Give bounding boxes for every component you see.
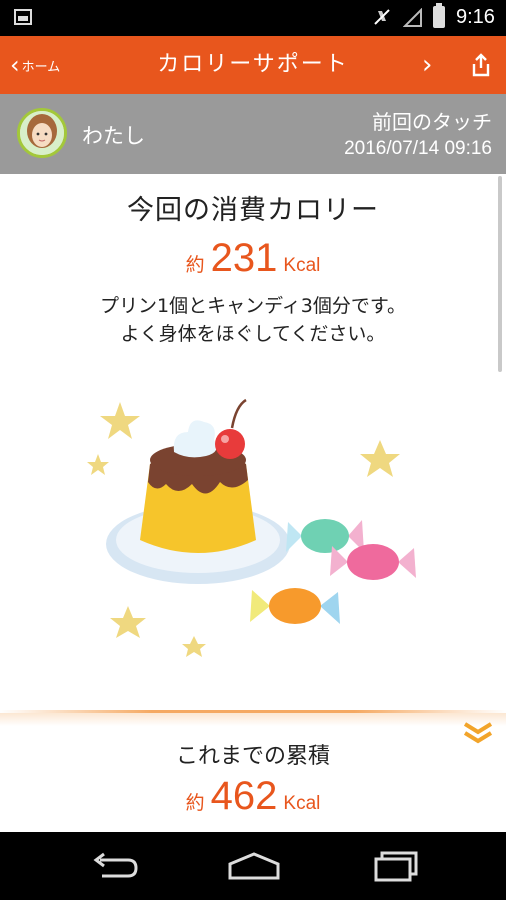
chevron-right-icon[interactable]: › <box>422 36 432 94</box>
avatar-face-icon <box>20 111 64 155</box>
kcal-unit: Kcal <box>283 793 321 814</box>
message-line-1: プリン1個とキャンディ3個分です。 <box>100 295 406 317</box>
status-time: 9:16 <box>456 6 495 28</box>
star-icon <box>87 454 109 475</box>
total-calorie-title: これまでの累積 <box>175 744 330 769</box>
divider <box>0 710 506 713</box>
last-touch-time: 2016/07/14 09:16 <box>344 138 492 159</box>
kcal-unit: Kcal <box>283 255 321 276</box>
scrollbar[interactable] <box>498 176 502 372</box>
system-nav-bar <box>0 832 506 900</box>
pudding-candy-illustration <box>87 398 416 657</box>
mute-icon <box>374 9 390 25</box>
message-line-2: よく身体をほぐしてください。 <box>120 323 386 345</box>
star-icon <box>100 402 140 439</box>
nav-back-icon[interactable] <box>90 852 138 880</box>
star-icon <box>360 440 400 477</box>
star-icon <box>110 606 146 638</box>
share-icon[interactable] <box>468 52 494 78</box>
home-back-button[interactable]: ‹ ホーム <box>10 36 60 94</box>
signal-icon <box>403 8 422 27</box>
chevron-left-icon: ‹ <box>10 51 20 79</box>
profile-bar: わたし 前回のタッチ 2016/07/14 09:16 <box>0 94 506 174</box>
nav-recent-apps-icon[interactable] <box>372 850 420 882</box>
current-calorie-title: 今回の消費カロリー <box>127 195 379 226</box>
calorie-content[interactable]: 今回の消費カロリー 約 231 Kcal プリン1個とキャンディ3個分です。 よく身… <box>0 174 506 832</box>
image-icon <box>14 9 32 25</box>
last-touch-label: 前回のタッチ <box>372 110 492 134</box>
status-bar: 9:16 <box>0 0 506 36</box>
app-header: カロリーサポート ‹ ホーム › <box>0 36 506 94</box>
back-label: ホーム <box>21 59 61 75</box>
approx-label: 約 <box>185 254 205 276</box>
calorie-message: プリン1個とキャンディ3個分です。 よく身体をほぐしてください。 <box>0 292 506 348</box>
nav-home-icon[interactable] <box>226 850 282 882</box>
avatar[interactable] <box>17 108 67 158</box>
total-calorie-number: 462 <box>210 774 278 818</box>
current-calorie-value: 約 231 Kcal <box>0 236 506 281</box>
star-icon <box>182 636 206 657</box>
battery-icon <box>433 3 445 28</box>
approx-label: 約 <box>185 792 205 814</box>
current-calorie-number: 231 <box>210 236 278 280</box>
profile-name: わたし <box>82 124 145 148</box>
total-calorie-value: 約 462 Kcal <box>0 774 506 819</box>
